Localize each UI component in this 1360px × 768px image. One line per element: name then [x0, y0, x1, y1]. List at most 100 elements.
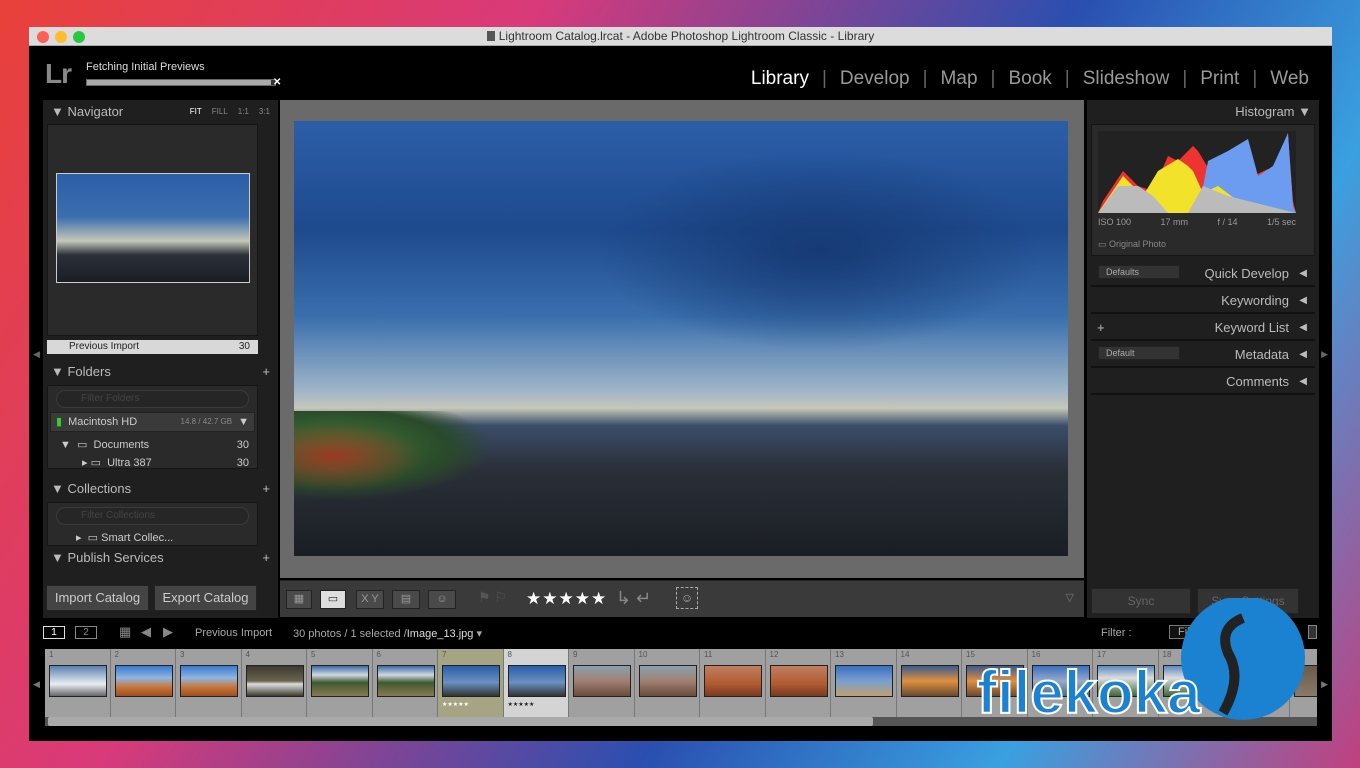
- folder-documents[interactable]: ▼ ▭ Documents 30: [48, 436, 257, 454]
- navigator-thumbnail[interactable]: [56, 173, 250, 283]
- close-window-button[interactable]: [37, 31, 49, 43]
- filmstrip-thumbnail[interactable]: 1: [45, 649, 111, 717]
- filmstrip-source[interactable]: Previous Import: [195, 627, 272, 639]
- back-arrow-icon[interactable]: ◀: [141, 624, 151, 640]
- filmstrip-thumbnail[interactable]: 9: [569, 649, 635, 717]
- filmstrip-thumbnail[interactable]: 16: [1027, 649, 1093, 717]
- histogram-header[interactable]: Histogram ▼: [1087, 100, 1319, 124]
- module-slideshow[interactable]: Slideshow: [1070, 68, 1183, 90]
- cancel-task-icon[interactable]: ✕: [273, 77, 281, 88]
- loupe-view-icon[interactable]: ▭: [320, 590, 346, 609]
- filmstrip-thumbnail[interactable]: 8 ★★★★★: [503, 649, 569, 717]
- module-book[interactable]: Book: [995, 68, 1064, 90]
- thumbnail-image: [442, 665, 500, 697]
- flag-icons[interactable]: ⚑ ⚐: [478, 589, 507, 606]
- filmstrip[interactable]: 1 2 3 4 5 6 7 ★★★★★ 8 ★★★★★ 9 10 11 12 13 14 15 16 17 18 19 2…: [45, 649, 1317, 717]
- panel-quick-develop[interactable]: Defaults Quick Develop ◀: [1091, 260, 1315, 287]
- crop-people-icon[interactable]: ☺: [676, 587, 698, 609]
- filmstrip-thumbnail[interactable]: 2: [110, 649, 176, 717]
- thumbnail-image: [180, 665, 238, 697]
- loupe-view[interactable]: [280, 100, 1084, 578]
- smart-collection-set[interactable]: ▸ ▭ Smart Collec...: [48, 529, 257, 547]
- publish-services-header[interactable]: ▼ Publish Services +: [43, 546, 278, 570]
- filmstrip-thumbnail[interactable]: 12: [765, 649, 831, 717]
- compare-view-icon[interactable]: X Y: [356, 590, 384, 609]
- filmstrip-thumbnail[interactable]: 18: [1158, 649, 1224, 717]
- filter-collections-input[interactable]: Filter Collections: [56, 507, 249, 525]
- module-web[interactable]: Web: [1257, 68, 1322, 90]
- main-photo[interactable]: [294, 121, 1068, 556]
- thumbnail-image: [507, 665, 566, 697]
- module-map[interactable]: Map: [928, 68, 991, 90]
- right-panel-toggle-icon[interactable]: ▶: [1321, 349, 1328, 360]
- histogram-chart[interactable]: [1098, 131, 1296, 213]
- preset-select[interactable]: Default: [1098, 346, 1180, 360]
- filter-select[interactable]: Filters Off: [1169, 625, 1289, 639]
- original-photo-checkbox[interactable]: ▭ Original Photo: [1098, 239, 1166, 250]
- navigator-preview[interactable]: [47, 124, 258, 336]
- add-keyword-icon[interactable]: +: [1097, 314, 1105, 341]
- filmstrip-thumbnail[interactable]: 17: [1093, 649, 1159, 717]
- thumbnail-index: 1: [49, 650, 54, 659]
- panel-keyword-list[interactable]: + Keyword List ◀: [1091, 314, 1315, 341]
- preset-select[interactable]: Defaults: [1098, 265, 1180, 279]
- filmstrip-left-icon[interactable]: ◀: [33, 679, 40, 690]
- zoom-window-button[interactable]: [73, 31, 85, 43]
- zoom-fit[interactable]: FIT: [190, 100, 202, 124]
- filmstrip-thumbnail[interactable]: 3: [176, 649, 242, 717]
- forward-arrow-icon[interactable]: ▶: [163, 624, 173, 640]
- thumbnail-index: 10: [638, 650, 648, 659]
- zoom-1-1[interactable]: 1:1: [238, 100, 249, 124]
- navigator-header[interactable]: ▼ Navigator FIT FILL 1:1 3:1: [43, 100, 278, 124]
- thumbnail-index: 6: [376, 650, 381, 659]
- sync-settings-button[interactable]: Sync Settings: [1197, 588, 1299, 614]
- volume-macintosh-hd[interactable]: ▮ Macintosh HD 14.8 / 42.7 GB ▼: [50, 412, 255, 432]
- add-folder-icon[interactable]: +: [262, 360, 270, 384]
- collections-header[interactable]: ▼ Collections +: [43, 477, 278, 501]
- filmstrip-thumbnail[interactable]: 11: [700, 649, 766, 717]
- add-publish-service-icon[interactable]: +: [262, 546, 270, 570]
- people-view-icon[interactable]: ☺: [428, 590, 456, 609]
- filmstrip-info[interactable]: 30 photos / 1 selected /Image_13.jpg ▾: [293, 627, 482, 640]
- add-collection-icon[interactable]: +: [262, 477, 270, 501]
- rotate-icons[interactable]: ↳ ↵: [616, 588, 651, 609]
- export-catalog-button[interactable]: Export Catalog: [154, 585, 257, 611]
- filmstrip-thumbnail[interactable]: 13: [831, 649, 897, 717]
- panel-comments[interactable]: Comments ◀: [1091, 368, 1315, 395]
- filmstrip-thumbnail[interactable]: 15: [962, 649, 1028, 717]
- module-print[interactable]: Print: [1187, 68, 1252, 90]
- main-screen-button[interactable]: 1: [43, 626, 65, 639]
- filmstrip-thumbnail[interactable]: 10: [634, 649, 700, 717]
- grid-view-icon[interactable]: ▦: [286, 590, 312, 609]
- filmstrip-thumbnail[interactable]: 19: [1224, 649, 1290, 717]
- panel-keywording[interactable]: Keywording ◀: [1091, 287, 1315, 314]
- survey-view-icon[interactable]: ▤: [392, 590, 420, 609]
- left-panel-toggle-icon[interactable]: ◀: [33, 349, 40, 360]
- folder-ultra-387[interactable]: ▸ ▭ Ultra 387 30: [48, 454, 257, 472]
- filmstrip-thumbnail[interactable]: 20: [1289, 649, 1317, 717]
- filmstrip-thumbnail[interactable]: 14: [896, 649, 962, 717]
- second-screen-button[interactable]: 2: [75, 626, 97, 639]
- filmstrip-right-icon[interactable]: ▶: [1321, 679, 1328, 690]
- folders-header[interactable]: ▼ Folders +: [43, 360, 278, 384]
- filmstrip-thumbnail[interactable]: 7 ★★★★★: [438, 649, 504, 717]
- sync-button[interactable]: Sync: [1091, 588, 1191, 614]
- toolbar-options-icon[interactable]: ▽: [1066, 591, 1074, 604]
- filter-folders-input[interactable]: Filter Folders: [56, 390, 249, 408]
- star-rating[interactable]: ★★★★★: [526, 589, 607, 609]
- filter-lock-icon[interactable]: [1308, 625, 1317, 639]
- panel-metadata[interactable]: Default Metadata ◀: [1091, 341, 1315, 368]
- zoom-fill[interactable]: FILL: [212, 100, 228, 124]
- catalog-item-previous-import[interactable]: Previous Import 30: [47, 340, 258, 354]
- filmstrip-thumbnail[interactable]: 5: [307, 649, 373, 717]
- grid-icon[interactable]: ▦: [119, 624, 131, 640]
- module-library[interactable]: Library: [738, 68, 822, 90]
- import-catalog-button[interactable]: Import Catalog: [46, 585, 149, 611]
- minimize-window-button[interactable]: [55, 31, 67, 43]
- filmstrip-thumbnail[interactable]: 6: [372, 649, 438, 717]
- thumbnail-image: [1162, 665, 1221, 697]
- module-develop[interactable]: Develop: [827, 68, 923, 90]
- filmstrip-scrollbar[interactable]: [45, 717, 1317, 726]
- zoom-3-1[interactable]: 3:1: [259, 100, 270, 124]
- filmstrip-thumbnail[interactable]: 4: [241, 649, 307, 717]
